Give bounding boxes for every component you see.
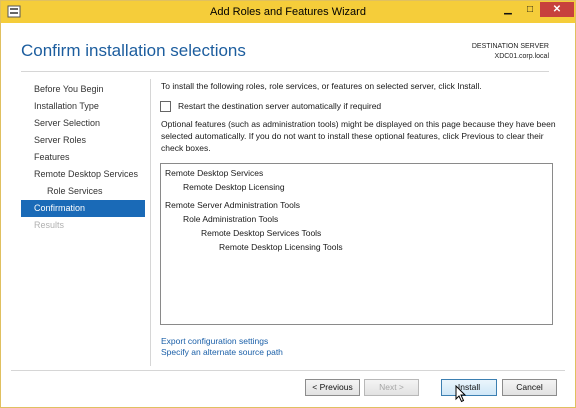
maximize-button[interactable]: □: [519, 2, 541, 17]
nav-item-remote-desktop-services[interactable]: Remote Desktop Services: [21, 166, 145, 183]
destination-server-value: XDC01.corp.local: [494, 53, 549, 60]
alternate-source-link[interactable]: Specify an alternate source path: [161, 347, 283, 358]
next-button: Next >: [364, 379, 419, 396]
wizard-nav: Before You Begin Installation Type Serve…: [21, 81, 145, 234]
cancel-button[interactable]: Cancel: [502, 379, 557, 396]
list-item: Remote Server Administration Tools: [165, 200, 300, 210]
mouse-cursor-icon: [455, 385, 467, 403]
nav-item-server-roles[interactable]: Server Roles: [21, 132, 145, 149]
nav-item-results: Results: [34, 220, 65, 230]
restart-checkbox-label[interactable]: Restart the destination server automatic…: [178, 101, 381, 111]
nav-item-confirmation[interactable]: Confirmation: [21, 200, 145, 217]
title-bar[interactable]: Add Roles and Features Wizard ▁ □ ✕: [1, 1, 575, 23]
install-button[interactable]: Install: [441, 379, 497, 396]
list-item: Remote Desktop Licensing: [183, 182, 285, 192]
previous-button[interactable]: < Previous: [305, 379, 360, 396]
close-button[interactable]: ✕: [540, 2, 574, 17]
list-item: Remote Desktop Services: [165, 168, 264, 178]
optional-features-note: Optional features (such as administratio…: [161, 119, 556, 153]
page-title: Confirm installation selections: [21, 41, 246, 60]
wizard-window: Add Roles and Features Wizard ▁ □ ✕ Conf…: [0, 0, 576, 408]
destination-server-label: DESTINATION SERVER: [471, 43, 549, 50]
links-area: Export configuration settings Specify an…: [161, 336, 283, 358]
list-item: Remote Desktop Services Tools: [201, 228, 322, 238]
nav-item-installation-type[interactable]: Installation Type: [21, 98, 145, 115]
selections-list[interactable]: Remote Desktop Services Remote Desktop L…: [160, 163, 553, 325]
header-divider: [21, 71, 549, 72]
restart-checkbox[interactable]: [160, 101, 171, 112]
nav-item-features[interactable]: Features: [21, 149, 145, 166]
nav-item-before-you-begin[interactable]: Before You Begin: [21, 81, 145, 98]
nav-item-role-services[interactable]: Role Services: [21, 183, 145, 200]
export-configuration-link[interactable]: Export configuration settings: [161, 336, 283, 347]
intro-text: To install the following roles, role ser…: [161, 81, 482, 91]
window-title: Add Roles and Features Wizard: [210, 6, 366, 18]
footer-divider: [11, 370, 565, 371]
list-item: Remote Desktop Licensing Tools: [219, 242, 343, 252]
list-item: Role Administration Tools: [183, 214, 279, 224]
nav-divider: [150, 79, 151, 366]
minimize-button[interactable]: ▁: [497, 2, 519, 17]
nav-item-server-selection[interactable]: Server Selection: [21, 115, 145, 132]
